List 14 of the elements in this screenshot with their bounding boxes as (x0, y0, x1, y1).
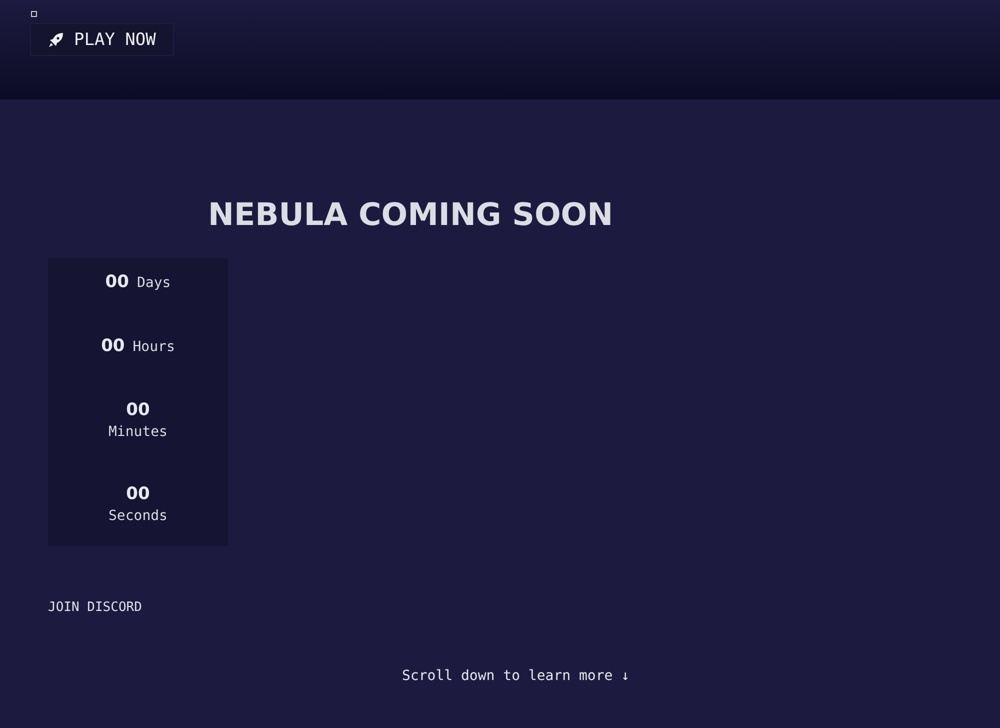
join-discord-link[interactable]: JOIN DISCORD (48, 600, 952, 615)
rocket-icon (48, 32, 64, 48)
countdown-value: 00 (126, 400, 150, 420)
countdown-value: 00 (126, 484, 150, 504)
countdown-label: Hours (132, 339, 175, 355)
scroll-hint: Scroll down to learn more ↓ (402, 668, 630, 684)
countdown-value: 00 (101, 336, 125, 356)
page-title: NEBULA COMING SOON (208, 196, 614, 234)
countdown-label: Seconds (108, 508, 168, 524)
image-icon (31, 11, 37, 17)
play-now-button[interactable]: PLAY NOW (30, 23, 174, 56)
countdown-label: Days (136, 275, 171, 291)
countdown-value: 00 (105, 272, 129, 292)
countdown-label: Minutes (108, 424, 168, 440)
